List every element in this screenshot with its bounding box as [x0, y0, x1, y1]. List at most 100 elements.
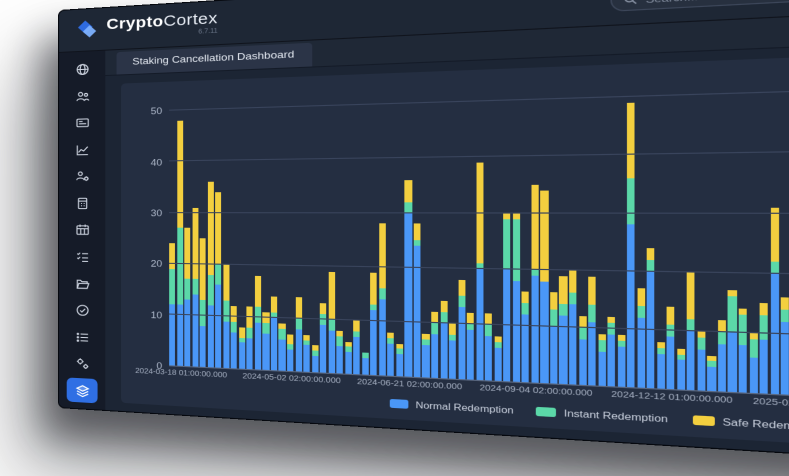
bar[interactable]: [781, 77, 789, 394]
bar[interactable]: [476, 88, 483, 380]
bar-segment: [239, 343, 245, 369]
bar[interactable]: [405, 90, 412, 377]
bar-segment: [422, 344, 429, 377]
bar[interactable]: [303, 94, 309, 372]
sidebar-item-layers-active[interactable]: [67, 378, 98, 403]
bar[interactable]: [231, 96, 237, 369]
bar[interactable]: [522, 86, 529, 382]
bar[interactable]: [579, 84, 587, 385]
bar[interactable]: [247, 95, 253, 369]
bar-segment: [569, 304, 577, 384]
bar[interactable]: [263, 95, 269, 370]
bar[interactable]: [598, 84, 606, 386]
bar[interactable]: [312, 93, 319, 372]
bar[interactable]: [588, 84, 596, 386]
bar[interactable]: [541, 86, 548, 384]
bar-segment: [739, 345, 747, 393]
bar[interactable]: [503, 87, 510, 382]
sidebar-item-team[interactable]: [67, 84, 98, 109]
bar[interactable]: [760, 78, 768, 394]
bar[interactable]: [239, 96, 245, 369]
bar[interactable]: [749, 79, 757, 394]
bar[interactable]: [353, 92, 360, 374]
brand-logo[interactable]: CryptoCortex 6.7.11: [74, 11, 217, 43]
bar[interactable]: [627, 83, 635, 388]
bar[interactable]: [184, 98, 190, 367]
sidebar-item-workspace[interactable]: [67, 111, 98, 136]
bar[interactable]: [657, 82, 665, 389]
bar[interactable]: [485, 87, 492, 380]
sidebar-item-clock-check[interactable]: [67, 298, 98, 323]
bar[interactable]: [169, 98, 175, 365]
legend-item[interactable]: Safe Redemption: [693, 415, 789, 433]
bar[interactable]: [569, 85, 577, 385]
bar[interactable]: [449, 89, 456, 379]
sidebar-item-services[interactable]: [67, 351, 98, 376]
bar[interactable]: [279, 94, 285, 370]
bar[interactable]: [770, 78, 778, 394]
bar-segment: [760, 303, 768, 315]
sidebar-item-analytics[interactable]: [67, 138, 98, 162]
bar[interactable]: [440, 89, 447, 379]
bar[interactable]: [431, 89, 438, 378]
bar[interactable]: [200, 97, 206, 367]
bar[interactable]: [637, 82, 645, 388]
bar[interactable]: [177, 98, 183, 366]
bar[interactable]: [697, 80, 705, 390]
bar[interactable]: [667, 81, 675, 389]
bar[interactable]: [494, 87, 501, 381]
legend-item[interactable]: Instant Redemption: [536, 406, 667, 424]
bar[interactable]: [414, 90, 421, 377]
bar[interactable]: [708, 80, 716, 391]
sidebar-item-calculator[interactable]: [67, 191, 98, 215]
bar[interactable]: [608, 83, 616, 386]
bar[interactable]: [718, 80, 726, 392]
search-input[interactable]: Search...: [611, 0, 789, 12]
bar-segment: [177, 228, 183, 305]
bar[interactable]: [458, 88, 465, 379]
bar[interactable]: [208, 97, 214, 368]
bar[interactable]: [215, 97, 221, 368]
legend-item[interactable]: Normal Redemption: [390, 398, 513, 415]
bar-segment: [522, 292, 529, 303]
services-gears-icon: [75, 357, 89, 371]
bar[interactable]: [223, 96, 229, 368]
bar[interactable]: [295, 94, 301, 372]
bar[interactable]: [422, 90, 429, 378]
bar[interactable]: [396, 90, 403, 376]
layers-icon: [75, 384, 89, 398]
bar[interactable]: [337, 92, 344, 373]
bar[interactable]: [531, 86, 538, 383]
bar[interactable]: [677, 81, 685, 390]
bar[interactable]: [728, 79, 736, 392]
bar[interactable]: [271, 95, 277, 371]
bar[interactable]: [687, 81, 695, 391]
bar[interactable]: [345, 92, 352, 374]
bar[interactable]: [513, 86, 520, 381]
sidebar-item-calendar[interactable]: [67, 218, 98, 242]
bar[interactable]: [192, 97, 198, 366]
sidebar-item-globe[interactable]: [67, 57, 98, 82]
bar-segment: [627, 225, 635, 388]
bar[interactable]: [328, 93, 335, 373]
sidebar-item-folder[interactable]: [67, 271, 98, 295]
bar[interactable]: [739, 79, 747, 393]
bar[interactable]: [388, 91, 395, 376]
sidebar-item-list[interactable]: [67, 325, 98, 350]
bar[interactable]: [560, 85, 567, 384]
tilted-scene: CryptoCortex 6.7.11 Search...: [58, 0, 789, 476]
bar[interactable]: [255, 95, 261, 369]
bar[interactable]: [647, 82, 655, 388]
bar[interactable]: [467, 88, 474, 380]
bar[interactable]: [550, 85, 557, 383]
bar-segment: [541, 281, 548, 383]
bar[interactable]: [379, 91, 386, 376]
bar[interactable]: [370, 91, 377, 375]
bar[interactable]: [617, 83, 625, 387]
sidebar-item-user-settings[interactable]: [67, 165, 98, 189]
bar[interactable]: [320, 93, 327, 373]
bar[interactable]: [287, 94, 293, 371]
bar-segment: [569, 270, 577, 293]
bar[interactable]: [362, 92, 369, 375]
sidebar-item-task-checklist[interactable]: [67, 245, 98, 269]
